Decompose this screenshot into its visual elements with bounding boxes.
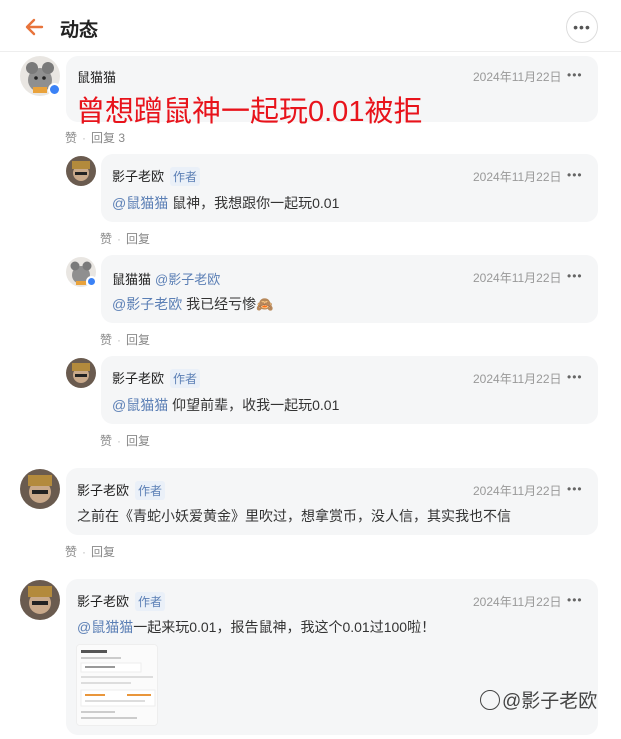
avatar[interactable]: [66, 358, 96, 388]
comment-actions: 赞 · 回复 3: [65, 129, 125, 146]
verified-badge-icon: [86, 276, 97, 287]
comment-text: @鼠猫猫一起来玩0.01，报告鼠神，我这个0.01过100啦！: [77, 617, 435, 637]
mention-link[interactable]: @鼠猫猫: [112, 397, 168, 413]
avatar[interactable]: [20, 469, 60, 509]
author-name[interactable]: 影子老欧: [77, 483, 129, 498]
separator: ·: [117, 333, 122, 347]
comment-more-icon[interactable]: •••: [567, 482, 583, 496]
separator: ·: [82, 131, 87, 145]
comment-author[interactable]: 鼠猫猫: [77, 67, 116, 86]
author-tag: 作者: [135, 592, 166, 611]
comment-time: 2024年11月22日: [473, 70, 562, 84]
attached-screenshot-image[interactable]: [76, 644, 158, 726]
comment-body: 一起来玩0.01，报告鼠神，我这个0.01过100啦！: [133, 619, 436, 635]
author-name[interactable]: 影子老欧: [112, 169, 164, 184]
reply-actions: 赞 · 回复: [100, 230, 150, 247]
reply-to-link[interactable]: @影子老欧: [155, 272, 220, 287]
mention-link[interactable]: @鼠猫猫: [77, 619, 133, 635]
reply-text: @鼠猫猫 鼠神，我想跟你一起玩0.01: [112, 193, 339, 213]
separator: ·: [82, 545, 87, 559]
avatar[interactable]: [20, 580, 60, 620]
like-button[interactable]: 赞: [100, 333, 112, 347]
more-horizontal-icon: •••: [573, 19, 591, 35]
reply-body: 我已经亏惨🙈: [182, 296, 274, 312]
like-button[interactable]: 赞: [65, 131, 77, 145]
author-tag: 作者: [135, 481, 166, 500]
reply-button[interactable]: 回复: [126, 434, 150, 448]
author-name[interactable]: 影子老欧: [112, 371, 164, 386]
author-tag: 作者: [170, 167, 201, 186]
reply-author: 影子老欧 作者: [112, 368, 201, 388]
like-button[interactable]: 赞: [65, 545, 77, 559]
reply-author: 鼠猫猫 @影子老欧: [112, 269, 220, 288]
comment-more-icon[interactable]: •••: [567, 68, 583, 82]
verified-badge-icon: [48, 83, 61, 96]
reply-button[interactable]: 回复 3: [91, 131, 125, 145]
reply-actions: 赞 · 回复: [100, 331, 150, 348]
comment-more-icon[interactable]: •••: [567, 593, 583, 607]
reply-button[interactable]: 回复: [91, 545, 115, 559]
reply-body: 仰望前辈，收我一起玩0.01: [168, 397, 340, 413]
avatar[interactable]: [66, 156, 96, 186]
reply-more-icon[interactable]: •••: [567, 269, 583, 283]
comment-author: 影子老欧 作者: [77, 480, 166, 500]
arrow-left-icon: [25, 18, 44, 36]
mention-link[interactable]: @鼠猫猫: [112, 195, 168, 211]
like-button[interactable]: 赞: [100, 232, 112, 246]
author-tag: 作者: [170, 369, 201, 388]
like-button[interactable]: 赞: [100, 434, 112, 448]
back-button[interactable]: [22, 14, 48, 40]
page-title: 动态: [60, 20, 99, 41]
platform-logo-icon: [480, 690, 500, 710]
watermark: @影子老欧: [480, 686, 597, 713]
author-name[interactable]: 影子老欧: [77, 594, 129, 609]
more-options-button[interactable]: •••: [566, 11, 598, 43]
reply-text: @鼠猫猫 仰望前辈，收我一起玩0.01: [112, 395, 339, 415]
comment-time: 2024年11月22日: [473, 484, 562, 498]
reply-actions: 赞 · 回复: [100, 432, 150, 449]
top-bar: 动态 •••: [0, 0, 621, 52]
separator: ·: [117, 434, 122, 448]
comment-text: 之前在《青蛇小妖爱黄金》里吹过，想拿赏币，没人信，其实我也不信: [77, 508, 511, 524]
reply-more-icon[interactable]: •••: [567, 168, 583, 182]
comment-author: 影子老欧 作者: [77, 591, 166, 611]
mention-link[interactable]: @影子老欧: [112, 296, 182, 312]
reply-time: 2024年11月22日: [473, 372, 562, 386]
author-name[interactable]: 鼠猫猫: [112, 272, 151, 287]
reply-text: @影子老欧 我已经亏惨🙈: [112, 294, 274, 314]
separator: ·: [117, 232, 122, 246]
comment-time: 2024年11月22日: [473, 595, 562, 609]
reply-body: 鼠神，我想跟你一起玩0.01: [168, 195, 340, 211]
reply-button[interactable]: 回复: [126, 333, 150, 347]
reply-more-icon[interactable]: •••: [567, 370, 583, 384]
comment-actions: 赞 · 回复: [65, 543, 115, 560]
reply-time: 2024年11月22日: [473, 271, 562, 285]
reply-author: 影子老欧 作者: [112, 166, 201, 186]
reply-time: 2024年11月22日: [473, 170, 562, 184]
comment-text: 曾想蹭鼠神一起玩0.01被拒: [76, 96, 423, 128]
reply-button[interactable]: 回复: [126, 232, 150, 246]
